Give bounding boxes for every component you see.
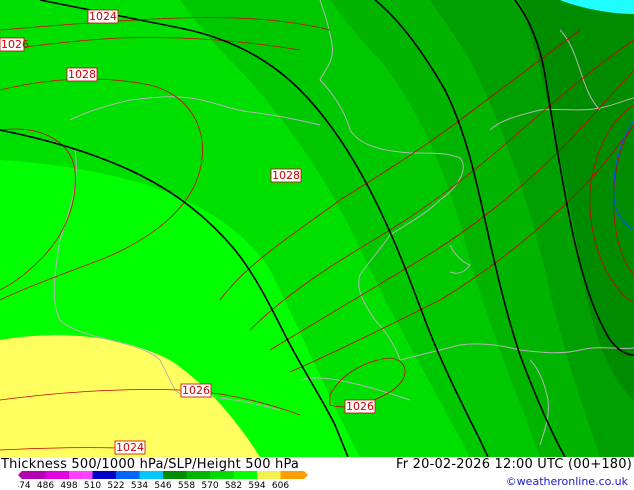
legend-tick-label: 498	[60, 481, 77, 490]
legend-tick-label: 582	[225, 481, 242, 490]
legend-swatch	[280, 471, 304, 479]
svg-text:1026: 1026	[1, 38, 29, 51]
color-legend: 474 486 498 510 522 534 546 558 570 582 594 606	[18, 471, 308, 490]
legend-tick-label: 606	[272, 481, 289, 490]
legend-swatches	[18, 471, 308, 479]
legend-tick-label: 486	[37, 481, 54, 490]
svg-text:1026: 1026	[346, 400, 374, 413]
forecast-datetime: Fr 20-02-2026 12:00 UTC (00+180)	[396, 457, 632, 472]
legend-tick-label: 474	[18, 481, 31, 490]
legend-swatch	[186, 471, 210, 479]
legend-tick-label: 510	[84, 481, 101, 490]
legend-swatch	[210, 471, 234, 479]
isobar-label-1026-east: 1026	[344, 399, 376, 414]
legend-swatch	[163, 471, 187, 479]
legend-tick-label: 522	[107, 481, 124, 490]
legend-tick-label: 570	[201, 481, 218, 490]
map-title: Thickness 500/1000 hPa/SLP/Height 500 hP…	[1, 457, 300, 472]
legend-tick-label: 558	[178, 481, 195, 490]
legend-swatch	[233, 471, 257, 479]
site-credit[interactable]: ©weatheronline.co.uk	[506, 475, 628, 488]
legend-tick-label: 546	[154, 481, 171, 490]
isobar-label-1028-west: 1028	[66, 67, 98, 82]
legend-swatch	[45, 471, 69, 479]
svg-text:1028: 1028	[272, 169, 300, 182]
legend-tick-label: 534	[131, 481, 148, 490]
isobar-label-1024-bottom: 1024	[114, 440, 146, 455]
legend-swatch	[22, 471, 46, 479]
legend-swatch	[69, 471, 93, 479]
legend-tick-label: 594	[248, 481, 265, 490]
map-footer: Thickness 500/1000 hPa/SLP/Height 500 hP…	[0, 457, 634, 490]
legend-swatch	[116, 471, 140, 479]
isobar-label-1028-center: 1028	[270, 168, 302, 183]
isobar-label-1026-south: 1026	[180, 383, 212, 398]
legend-ticks: 474 486 498 510 522 534 546 558 570 582 594 606	[18, 481, 289, 490]
svg-text:1024: 1024	[116, 441, 144, 454]
legend-swatch	[92, 471, 116, 479]
legend-swatch	[257, 471, 281, 479]
isobar-label-1024-top: 1024	[87, 9, 119, 24]
legend-arrow-left	[18, 471, 22, 479]
svg-text:1026: 1026	[182, 384, 210, 397]
legend-swatch	[139, 471, 163, 479]
isobar-label-1026-left: 1026	[0, 37, 29, 52]
thickness-map: 1024 1026 1028 1028 1026 1026 1024	[0, 0, 634, 457]
svg-text:1028: 1028	[68, 68, 96, 81]
svg-text:1024: 1024	[89, 10, 117, 23]
legend-arrow-right	[304, 471, 308, 479]
